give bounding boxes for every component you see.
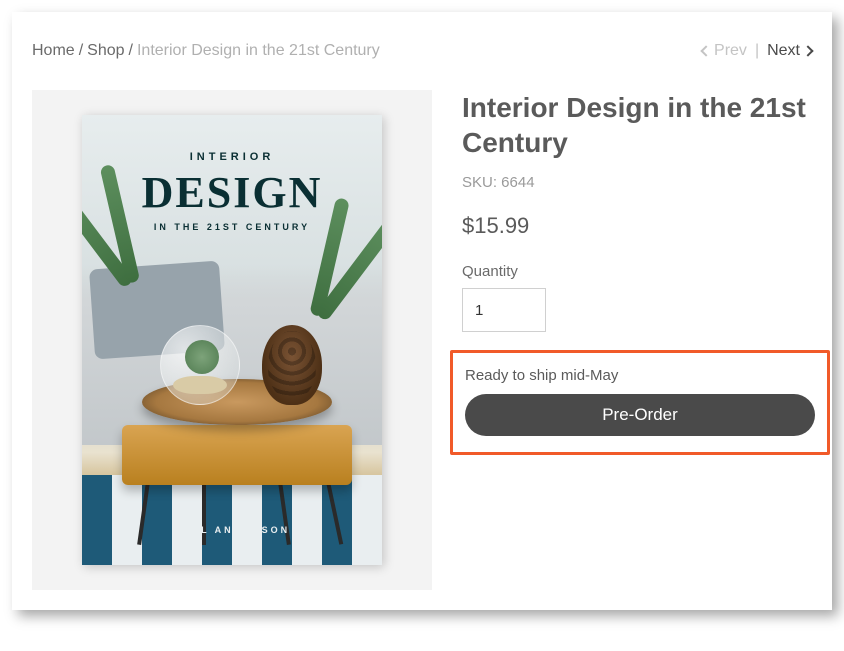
- book-cover: INTERIOR DESIGN IN THE 21ST CENTURY PAUL…: [82, 115, 382, 565]
- cover-author: PAUL ANDERSON: [82, 525, 382, 535]
- pager-divider: |: [755, 42, 759, 60]
- chevron-right-icon: [802, 45, 813, 56]
- quantity-label: Quantity: [462, 263, 830, 280]
- content-row: INTERIOR DESIGN IN THE 21ST CENTURY PAUL…: [32, 90, 812, 590]
- breadcrumb-shop[interactable]: Shop: [87, 42, 124, 60]
- preorder-callout: Ready to ship mid-May Pre-Order: [450, 350, 830, 455]
- chevron-left-icon: [700, 45, 711, 56]
- cover-sup: INTERIOR: [82, 151, 382, 163]
- breadcrumb-home[interactable]: Home: [32, 42, 75, 60]
- prev-link[interactable]: Prev: [702, 42, 747, 60]
- ship-message: Ready to ship mid-May: [465, 367, 815, 384]
- cover-sub: IN THE 21ST CENTURY: [82, 222, 382, 232]
- breadcrumb-current: Interior Design in the 21st Century: [137, 42, 380, 60]
- breadcrumb-sep: /: [129, 42, 133, 60]
- breadcrumb-sep: /: [79, 42, 83, 60]
- prev-label: Prev: [714, 42, 747, 60]
- preorder-button[interactable]: Pre-Order: [465, 394, 815, 436]
- pager: Prev | Next: [702, 42, 812, 60]
- product-page: Home / Shop / Interior Design in the 21s…: [12, 12, 832, 610]
- next-link[interactable]: Next: [767, 42, 812, 60]
- product-title: Interior Design in the 21st Century: [462, 90, 830, 160]
- next-label: Next: [767, 42, 800, 60]
- quantity-input[interactable]: [462, 288, 546, 332]
- product-details: Interior Design in the 21st Century SKU:…: [462, 90, 830, 590]
- cover-title: DESIGN: [82, 167, 382, 218]
- product-price: $15.99: [462, 213, 830, 239]
- cover-text: INTERIOR DESIGN IN THE 21ST CENTURY: [82, 151, 382, 232]
- top-bar: Home / Shop / Interior Design in the 21s…: [32, 42, 812, 60]
- product-image[interactable]: INTERIOR DESIGN IN THE 21ST CENTURY PAUL…: [32, 90, 432, 590]
- breadcrumb: Home / Shop / Interior Design in the 21s…: [32, 42, 380, 60]
- product-sku: SKU: 6644: [462, 174, 830, 191]
